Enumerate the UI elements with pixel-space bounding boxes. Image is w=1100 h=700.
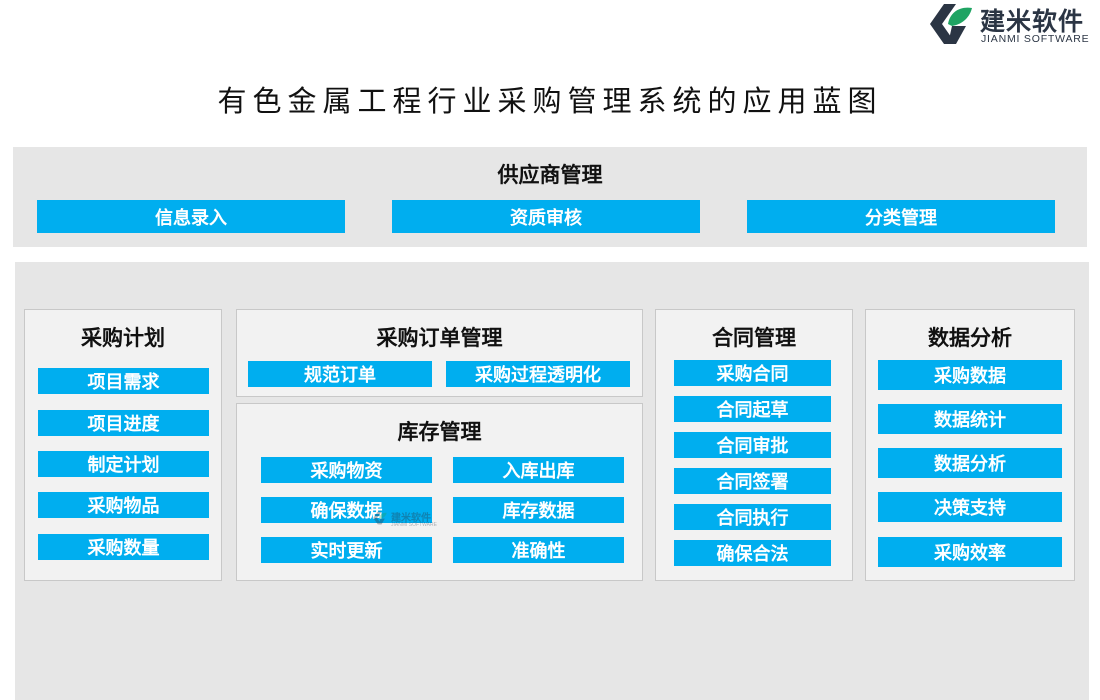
analysis-item-purchase-efficiency[interactable]: 采购效率 (878, 537, 1062, 567)
order-item-process-transparency[interactable]: 采购过程透明化 (446, 361, 630, 387)
order-item-standard-order[interactable]: 规范订单 (248, 361, 432, 387)
inventory-item-in-out-stock[interactable]: 入库出库 (453, 457, 624, 483)
plan-item-make-plan[interactable]: 制定计划 (38, 451, 209, 477)
brand-watermark: 建米软件 JIANMI SOFTWARE (372, 508, 438, 530)
inventory-item-purchase-materials[interactable]: 采购物资 (261, 457, 432, 483)
page-title: 有色金属工程行业采购管理系统的应用蓝图 (217, 84, 883, 118)
supplier-item-info-entry[interactable]: 信息录入 (37, 200, 345, 233)
plan-item-purchase-quantity[interactable]: 采购数量 (38, 534, 209, 560)
inventory-title: 库存管理 (397, 419, 482, 444)
contract-item-approval[interactable]: 合同审批 (674, 432, 831, 458)
analysis-item-decision-support[interactable]: 决策支持 (878, 492, 1062, 522)
plan-item-purchase-goods[interactable]: 采购物品 (38, 492, 209, 518)
brand-logo: 建米软件 JIANMI SOFTWARE (926, 2, 1100, 46)
supplier-item-qualification-review[interactable]: 资质审核 (392, 200, 700, 233)
inventory-item-accuracy[interactable]: 准确性 (453, 537, 624, 563)
analysis-item-data-analysis[interactable]: 数据分析 (878, 448, 1062, 478)
analysis-item-purchase-data[interactable]: 采购数据 (878, 360, 1062, 390)
contract-item-execution[interactable]: 合同执行 (674, 504, 831, 530)
inventory-item-stock-data[interactable]: 库存数据 (453, 497, 624, 523)
inventory-item-real-time-update[interactable]: 实时更新 (261, 537, 432, 563)
supplier-item-classification[interactable]: 分类管理 (747, 200, 1055, 233)
supplier-title: 供应商管理 (497, 162, 603, 187)
plan-title: 采购计划 (81, 325, 165, 350)
contract-item-drafting[interactable]: 合同起草 (674, 396, 831, 422)
brand-subtitle: JIANMI SOFTWARE (981, 33, 1090, 45)
jianmi-watermark-icon (373, 511, 387, 525)
jianmi-logo-icon (930, 4, 972, 44)
contract-item-purchase-contract[interactable]: 采购合同 (674, 360, 831, 386)
plan-item-project-progress[interactable]: 项目进度 (38, 410, 209, 436)
contract-item-signing[interactable]: 合同签署 (674, 468, 831, 494)
analysis-title: 数据分析 (928, 325, 1012, 350)
contract-item-legality[interactable]: 确保合法 (674, 540, 831, 566)
order-title: 采购订单管理 (376, 325, 503, 350)
analysis-item-statistics[interactable]: 数据统计 (878, 404, 1062, 434)
plan-item-project-demand[interactable]: 项目需求 (38, 368, 209, 394)
watermark-subtitle: JIANMI SOFTWARE (391, 522, 437, 528)
contract-title: 合同管理 (712, 325, 796, 350)
